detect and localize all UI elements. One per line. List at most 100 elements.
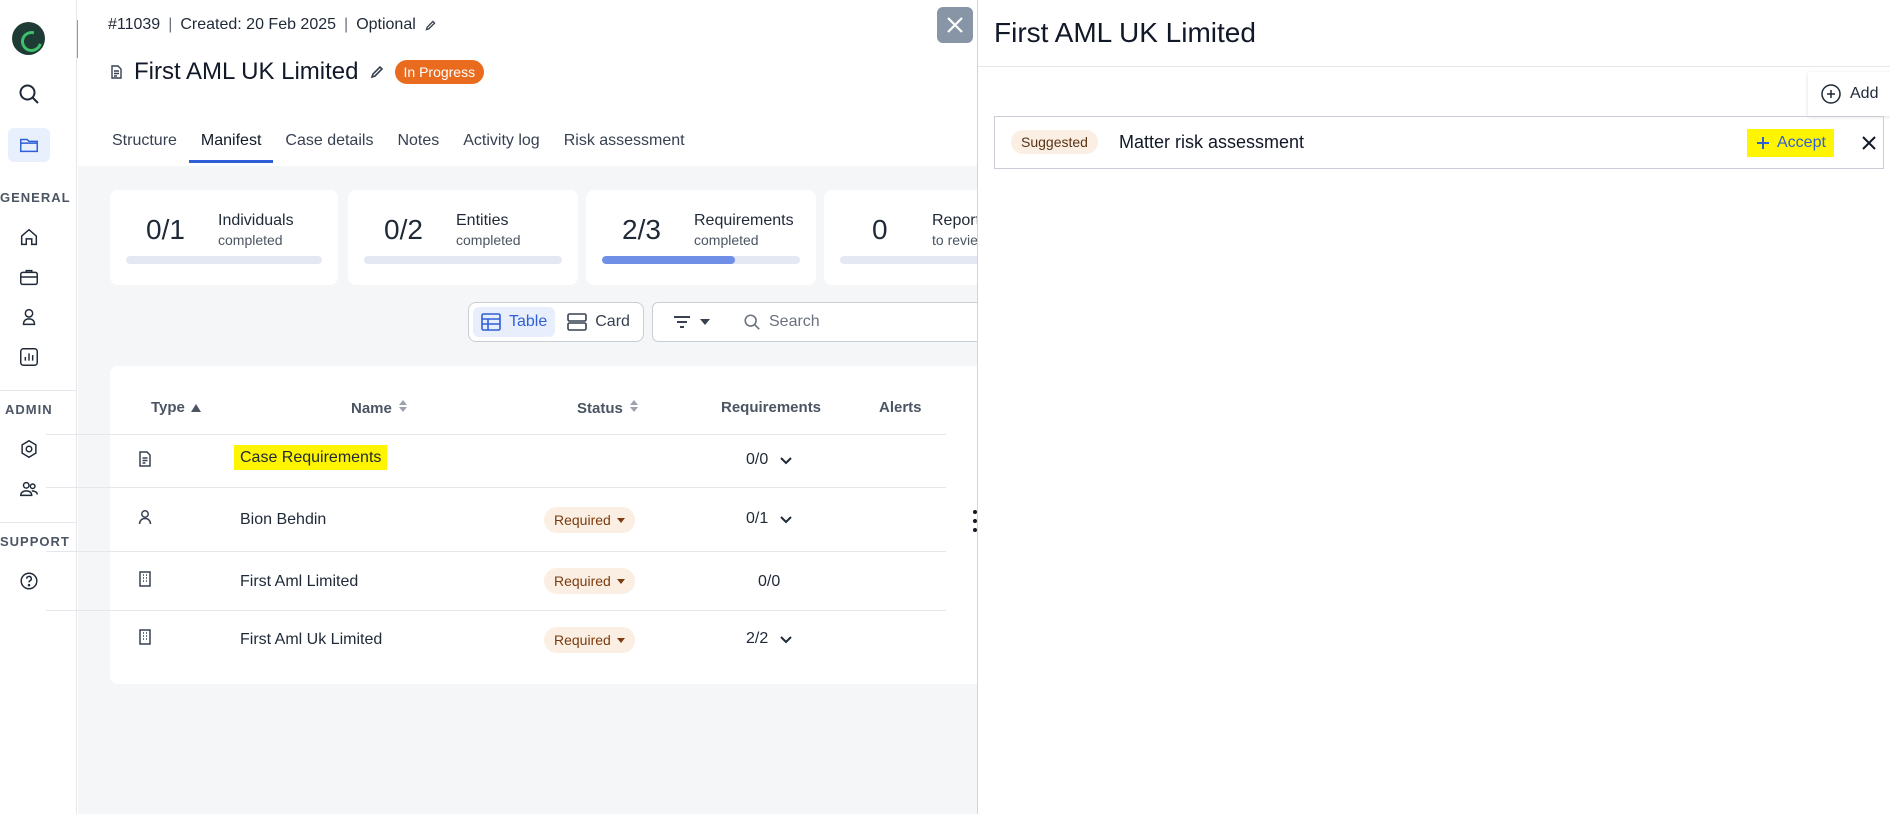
column-label: Type: [151, 399, 185, 416]
stat-label: Individuals: [218, 212, 294, 229]
column-header-alerts: Alerts: [879, 399, 922, 416]
team-icon[interactable]: [14, 474, 44, 504]
search-input[interactable]: [769, 313, 949, 331]
caret-down-icon: [616, 517, 625, 523]
sort-ascending-icon: [190, 403, 201, 412]
stat-value: 0/2: [384, 214, 423, 245]
stat-card-individuals: 0/1 Individuals completed: [110, 190, 338, 285]
tab-case-details[interactable]: Case details: [273, 124, 385, 162]
column-header-type[interactable]: Type: [151, 399, 201, 416]
close-icon: [1862, 136, 1876, 150]
help-icon[interactable]: [14, 566, 44, 596]
caret-down-icon: [700, 319, 710, 325]
column-header-status[interactable]: Status: [577, 399, 639, 417]
add-circle-icon: [1821, 84, 1841, 104]
requirements-count: 0/0: [758, 573, 781, 590]
status-text: Required: [554, 512, 611, 528]
tab-activity-log[interactable]: Activity log: [451, 124, 551, 162]
section-general: GENERAL: [0, 190, 71, 205]
edit-optional-icon[interactable]: [424, 19, 437, 32]
building-icon: [136, 570, 154, 588]
person-icon[interactable]: [14, 302, 44, 332]
close-icon: [947, 17, 963, 33]
requirements-toggle[interactable]: 0/1: [746, 510, 794, 528]
case-id: #11039: [108, 16, 161, 33]
stat-label: Requirements: [694, 212, 794, 229]
suggested-badge: Suggested: [1011, 130, 1098, 154]
requirements-count: 2/2: [746, 630, 769, 647]
stat-value: 0/1: [146, 214, 185, 245]
card-view-button[interactable]: Card: [559, 307, 638, 337]
stat-card-entities: 0/2 Entities completed: [348, 190, 578, 285]
document-icon: [136, 450, 154, 468]
status-dropdown[interactable]: Required: [544, 507, 635, 533]
chart-icon[interactable]: [14, 342, 44, 372]
filter-button[interactable]: [652, 302, 730, 342]
row-divider: [46, 551, 946, 552]
add-button[interactable]: Add: [1808, 72, 1890, 116]
search-field[interactable]: [729, 302, 989, 342]
stat-value: 0: [872, 214, 888, 245]
requirements-toggle[interactable]: 2/2: [746, 630, 794, 648]
search-icon[interactable]: [12, 77, 46, 111]
briefcase-icon[interactable]: [14, 262, 44, 292]
progress-fill: [602, 256, 735, 264]
chevron-down-icon: [780, 636, 792, 644]
stat-sublabel: completed: [456, 232, 521, 248]
page-title: First AML UK Limited: [134, 58, 359, 85]
row-divider: [46, 434, 946, 435]
stat-sublabel: completed: [694, 232, 759, 248]
row-name-text: Case Requirements: [234, 445, 388, 470]
settings-icon[interactable]: [14, 434, 44, 464]
sidebar: GENERAL ADMIN SUPPORT: [0, 0, 77, 814]
accept-button[interactable]: Accept: [1747, 129, 1834, 157]
view-toggle: Table Card: [468, 302, 644, 342]
card-view-label: Card: [595, 313, 630, 330]
case-meta: #11039 | Created: 20 Feb 2025 | Optional: [108, 16, 437, 34]
table-view-button[interactable]: Table: [473, 307, 556, 337]
requirements-count: 0/0: [746, 451, 769, 468]
status-dropdown[interactable]: Required: [544, 627, 635, 653]
stat-card-requirements: 2/3 Requirements completed: [586, 190, 816, 285]
tab-risk-assessment[interactable]: Risk assessment: [552, 124, 697, 162]
dismiss-suggestion-button[interactable]: [1857, 131, 1881, 155]
main-content: #11039 | Created: 20 Feb 2025 | Optional…: [78, 0, 1054, 814]
progress-bar: [126, 256, 322, 264]
close-panel-button[interactable]: [937, 7, 973, 43]
panel-title: First AML UK Limited: [994, 17, 1256, 48]
tab-structure[interactable]: Structure: [100, 124, 189, 162]
sort-icon: [629, 399, 639, 417]
table-row-name[interactable]: First Aml Uk Limited: [240, 631, 382, 649]
stat-sublabel: to revie: [932, 232, 978, 248]
table-row-name[interactable]: First Aml Limited: [240, 573, 358, 591]
status-dropdown[interactable]: Required: [544, 568, 635, 594]
stat-label: Entities: [456, 212, 509, 229]
home-icon[interactable]: [14, 222, 44, 252]
folder-icon[interactable]: [8, 128, 50, 162]
row-divider: [46, 487, 946, 488]
person-icon: [136, 508, 154, 526]
column-label: Name: [351, 399, 392, 417]
requirements-toggle[interactable]: 0/0: [746, 451, 794, 469]
accept-label: Accept: [1777, 134, 1826, 151]
progress-bar: [364, 256, 562, 264]
tab-manifest[interactable]: Manifest: [188, 124, 274, 163]
caret-down-icon: [616, 578, 625, 584]
table-row-name[interactable]: Case Requirements: [234, 445, 388, 470]
edit-title-icon[interactable]: [369, 64, 385, 80]
logo[interactable]: [12, 22, 45, 55]
column-header-name[interactable]: Name: [351, 399, 408, 417]
chevron-down-icon: [780, 457, 792, 465]
column-header-requirements: Requirements: [721, 399, 821, 416]
table-row-name[interactable]: Bion Behdin: [240, 511, 326, 529]
search-icon: [744, 314, 760, 330]
document-icon: [111, 65, 122, 79]
column-label: Status: [577, 399, 623, 417]
column-label: Requirements: [721, 399, 822, 416]
case-header: #11039 | Created: 20 Feb 2025 | Optional…: [78, 0, 978, 166]
suggestion-row: Suggested Matter risk assessment Accept: [994, 116, 1884, 169]
building-icon: [136, 628, 154, 646]
status-text: Required: [554, 573, 611, 589]
case-optional: Optional: [356, 16, 416, 33]
tab-notes[interactable]: Notes: [385, 124, 451, 162]
